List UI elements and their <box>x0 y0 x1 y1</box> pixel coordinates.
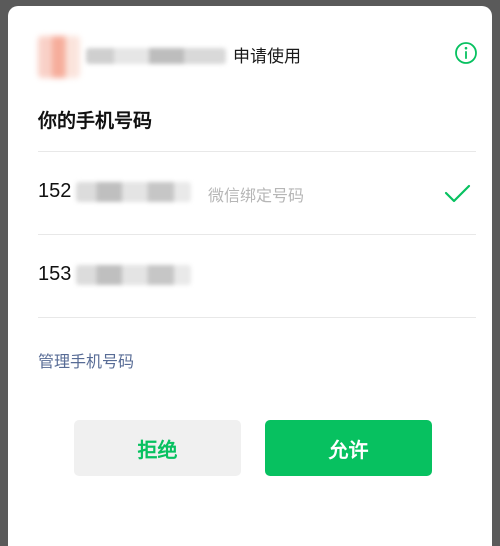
phone-number-prefix: 152 <box>38 180 72 202</box>
sheet-header: 申请使用 <box>38 34 478 78</box>
phone-tag: 微信绑定号码 <box>208 186 305 205</box>
deny-button[interactable]: 拒绝 <box>74 420 241 476</box>
divider <box>38 317 476 318</box>
phone-option-2[interactable]: 153 <box>38 235 476 317</box>
phone-number-prefix: 153 <box>38 263 72 285</box>
info-circle-icon[interactable] <box>454 41 478 65</box>
phone-number-redacted <box>76 265 191 285</box>
phone-option-1[interactable]: 152 微信绑定号码 <box>38 152 476 234</box>
app-avatar <box>38 36 80 78</box>
allow-button[interactable]: 允许 <box>265 420 432 476</box>
section-title: 你的手机号码 <box>38 110 153 132</box>
checkmark-icon <box>444 184 471 203</box>
header-title: 申请使用 <box>233 47 301 67</box>
authorization-sheet: 申请使用 你的手机号码 152 微信绑定号码 153 管理手机号码 拒绝 允许 <box>8 6 492 546</box>
manage-phone-numbers-link[interactable]: 管理手机号码 <box>38 348 134 372</box>
phone-number-redacted <box>76 182 191 202</box>
app-name-redacted <box>86 48 226 64</box>
